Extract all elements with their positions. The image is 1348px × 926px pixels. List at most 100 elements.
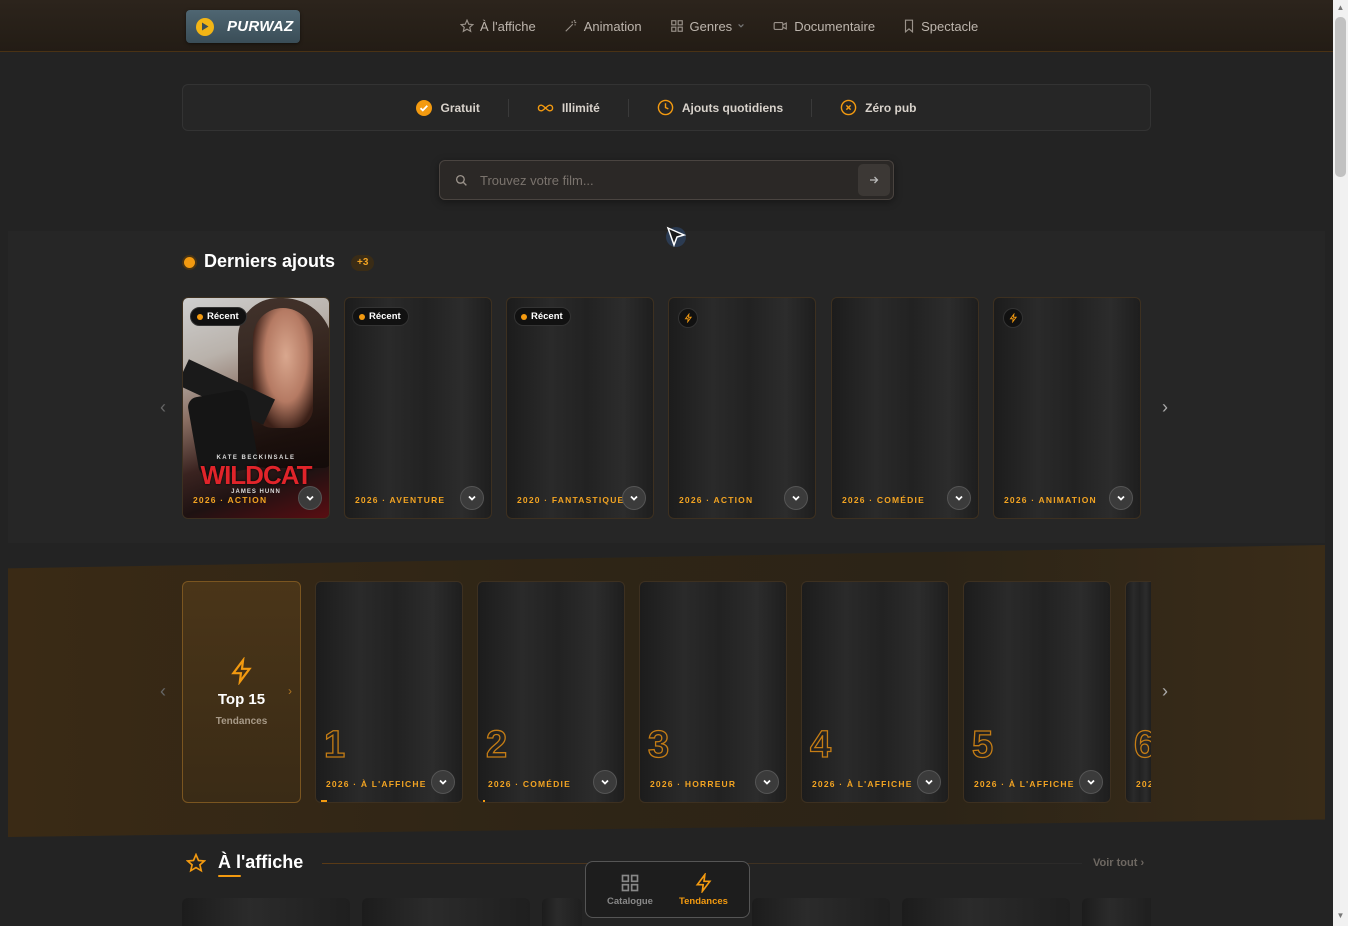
feature-label: Zéro pub [865,100,917,115]
scroll-down-icon[interactable]: ▼ [1336,911,1345,920]
see-all-link[interactable]: Voir tout › [1093,857,1144,869]
expand-button[interactable] [784,486,808,510]
mouse-cursor-icon [666,226,687,248]
movie-card[interactable]: 2026 · Animation [993,297,1141,519]
top15-card[interactable]: Top 15 Tendances › [182,581,301,803]
play-icon [196,17,214,36]
feature-label: Illimité [561,100,600,115]
expand-button[interactable] [622,486,646,510]
expand-button[interactable] [460,486,484,510]
nav-item-animation[interactable]: Animation [564,19,642,34]
top15-subtitle: Tendances [215,716,268,727]
movie-card[interactable]: 2026 · Comédie [831,297,979,519]
nav-label: À l'affiche [480,18,536,34]
card-meta: 2026 · À l'affiche [812,779,913,789]
title-underline [218,875,241,877]
chevron-down-icon [763,779,771,785]
rank-number: 6 [1133,725,1151,764]
section-dot-icon [184,257,195,268]
movie-card[interactable] [362,898,530,926]
features-bar: Gratuit Illimité Ajouts quotidiens Zéro … [182,84,1151,131]
lightning-icon [230,657,252,685]
expand-button[interactable] [1109,486,1133,510]
lightning-icon [1003,308,1023,328]
feature-label: Gratuit [440,100,480,115]
card-meta: 2020 · Fantastique [517,495,625,505]
feature-illimite: Illimité [509,98,629,117]
arrow-right-icon [870,176,879,184]
bookmark-icon [905,19,914,33]
chevron-down-icon [306,495,314,501]
clock-icon [657,99,674,116]
rank-number: 2 [485,724,508,766]
bottom-nav-catalogue[interactable]: Catalogue [607,873,653,907]
chevron-down-icon [468,495,476,501]
carousel-next-icon[interactable]: › [1162,681,1168,702]
bottom-nav-label: Catalogue [607,895,653,907]
movie-card[interactable] [182,898,350,926]
trending-card[interactable]: 4 2026 · À l'affiche [801,581,949,803]
expand-button[interactable] [431,770,455,794]
rank-number: 3 [647,724,670,766]
card-meta: 2026 · À l'affiche [326,779,427,789]
recent-badge: Récent [190,307,247,326]
check-circle-icon [416,99,433,116]
card-meta: 2026 · À l'affiche [974,779,1075,789]
recent-badge: Récent [352,307,409,326]
card-meta: 2026 · Horreur [650,779,737,789]
scroll-up-icon[interactable]: ▲ [1336,3,1345,12]
carousel-next-icon[interactable]: › [1162,397,1168,418]
nav-item-a-laffiche[interactable]: À l'affiche [460,19,536,34]
trending-card[interactable]: 6 2026 [1125,581,1151,803]
no-ads-icon [840,99,857,116]
nav-item-spectacle[interactable]: Spectacle [903,19,978,34]
logo[interactable]: PURWAZ [186,10,300,43]
carousel-prev-icon[interactable]: ‹ [160,397,166,418]
nav-label: Documentaire [794,18,876,34]
nav-item-genres[interactable]: Genres [670,19,746,34]
search-icon [455,174,467,186]
lightning-icon [695,872,711,893]
logo-text: PURWAZ [227,18,294,35]
movie-card[interactable]: KATE BECKINSALE WILDCAT JAMES HUNN Récen… [182,297,330,519]
expand-button[interactable] [1079,770,1103,794]
chevron-down-icon [1117,495,1125,501]
scroll-thumb[interactable] [1335,17,1346,177]
card-meta: 2026 [1136,779,1151,789]
card-meta: 2026 · Action [679,495,754,505]
chevron-down-icon [738,23,745,28]
movie-card[interactable]: Récent 2026 · Aventure [344,297,492,519]
expand-button[interactable] [917,770,941,794]
movie-card[interactable]: 2026 · Action [668,297,816,519]
expand-button[interactable] [593,770,617,794]
movie-card[interactable] [1082,898,1151,926]
movie-card[interactable]: Récent 2020 · Fantastique [506,297,654,519]
movie-card[interactable] [752,898,890,926]
trending-card[interactable]: 5 2026 · À l'affiche [963,581,1111,803]
card-meta: 2026 · Comédie [488,779,571,789]
rank-number: 1 [323,724,346,766]
expand-button[interactable] [298,486,322,510]
feature-label: Ajouts quotidiens [681,100,784,115]
feature-ajouts-quotidiens: Ajouts quotidiens [629,98,813,117]
trending-card[interactable]: 3 2026 · Horreur [639,581,787,803]
trending-card[interactable]: 1 2026 · À l'affiche [315,581,463,803]
bottom-nav-tendances[interactable]: Tendances [679,872,728,907]
carousel-prev-icon[interactable]: ‹ [160,681,166,702]
expand-button[interactable] [755,770,779,794]
chevron-down-icon [1087,779,1095,785]
expand-button[interactable] [947,486,971,510]
infinity-icon [537,103,554,112]
movie-card[interactable] [542,898,582,926]
card-meta: 2026 · Aventure [355,495,446,505]
card-meta: 2026 · Comédie [842,495,925,505]
trending-card[interactable]: 2 2026 · Comédie [477,581,625,803]
search-submit-button[interactable] [858,164,890,196]
count-badge: +3 [351,255,375,271]
nav-item-documentaire[interactable]: Documentaire [773,19,875,34]
movie-card[interactable] [902,898,1070,926]
video-camera-icon [773,21,788,31]
progress-bar [321,800,327,802]
search-input[interactable] [480,161,860,199]
bottom-nav: Catalogue Tendances [585,861,750,918]
